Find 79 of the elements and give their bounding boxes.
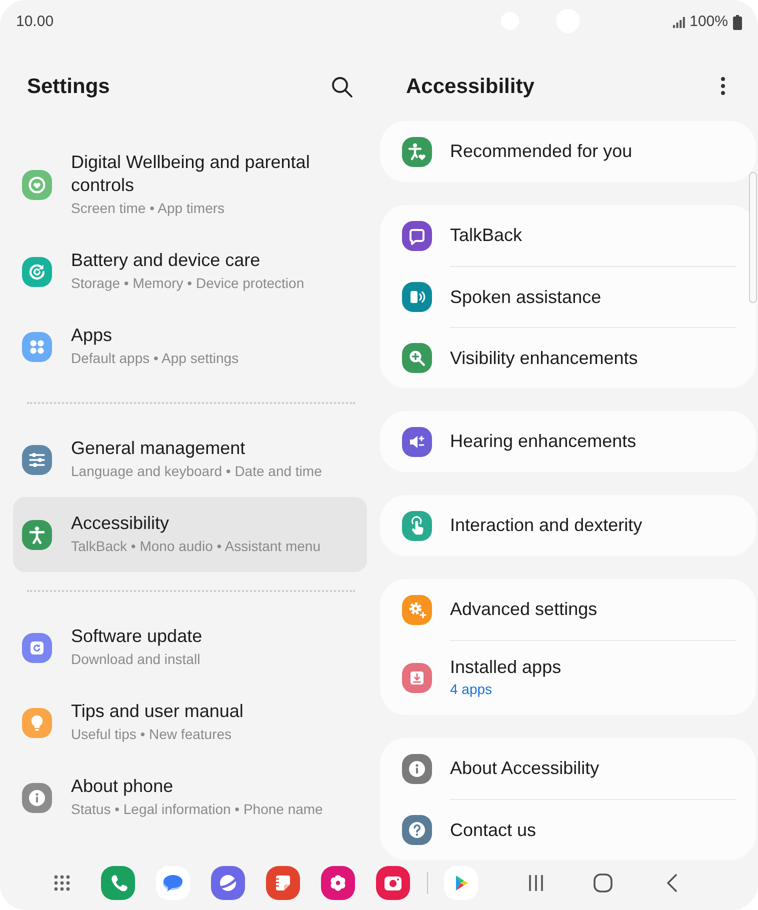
settings-item[interactable]: Software update Download and install (13, 610, 367, 685)
planet-icon[interactable] (211, 866, 245, 900)
settings-item[interactable]: Apps Default apps • App settings (13, 309, 367, 384)
item-subtitle: Default apps • App settings (71, 349, 239, 368)
accessibility-item[interactable]: About Accessibility (380, 738, 746, 799)
info-icon (22, 782, 52, 812)
lightbulb-icon (22, 708, 52, 738)
item-subtitle: Screen time • App timers (71, 199, 225, 218)
accessibility-item[interactable]: Recommended for you (380, 121, 746, 182)
item-title: Interaction and dexterity (450, 514, 642, 537)
accessibility-item[interactable]: TalkBack (380, 205, 746, 266)
item-subtitle: Storage • Memory • Device protection (71, 274, 304, 293)
sliders-icon (22, 444, 52, 474)
panel-title: Settings (27, 74, 110, 100)
notepad-icon[interactable] (266, 866, 300, 900)
status-time: 10.00 (16, 13, 54, 31)
refresh-icon (22, 632, 52, 662)
info-icon (402, 754, 432, 784)
heart-ring-icon (22, 170, 52, 200)
item-title: Accessibility (71, 512, 170, 535)
help-icon (402, 814, 432, 844)
item-subtitle: 4 apps (450, 680, 492, 699)
item-subtitle: Useful tips • New features (71, 725, 232, 744)
item-title: Tips and user manual (71, 700, 244, 723)
item-title: Contact us (450, 818, 536, 842)
settings-item[interactable]: About phone Status • Legal information • Phone name (13, 760, 367, 835)
dots-grid-icon[interactable] (53, 874, 71, 892)
battery-percent: 100% (690, 13, 728, 31)
settings-item[interactable]: Digital Wellbeing and parental controls Screen time • App timers (13, 136, 367, 234)
hand-tap-icon (402, 510, 432, 540)
item-title: Digital Wellbeing and parental controls (71, 151, 311, 197)
accessibility-item[interactable]: Contact us (380, 799, 746, 860)
item-title: Battery and device care (71, 249, 260, 272)
item-subtitle: TalkBack • Mono audio • Assistant menu (71, 537, 320, 556)
four-dots-icon (22, 332, 52, 362)
settings-item[interactable]: Accessibility TalkBack • Mono audio • Assistant menu (13, 497, 367, 572)
item-title: Hearing enhancements (450, 430, 636, 453)
item-title: Spoken assistance (450, 286, 602, 308)
item-title: About Accessibility (450, 757, 600, 780)
accessibility-item[interactable]: Visibility enhancements (380, 327, 746, 388)
item-subtitle: Language and keyboard • Date and time (71, 462, 322, 481)
gear-plus-icon (402, 594, 432, 624)
accessibility-item[interactable]: Spoken assistance (380, 266, 746, 327)
item-title: TalkBack (450, 224, 522, 247)
settings-item[interactable]: Tips and user manual Useful tips • New features (13, 685, 367, 760)
message-bubble-icon[interactable] (156, 866, 190, 900)
item-title: Apps (71, 324, 112, 347)
item-subtitle: Download and install (71, 650, 200, 669)
recent-apps-icon[interactable] (528, 874, 544, 892)
item-title: General management (71, 437, 246, 460)
speech-bubble-icon (402, 220, 432, 250)
more-options-icon[interactable] (720, 76, 726, 96)
zoom-in-icon (402, 342, 432, 372)
phone-sound-icon (402, 282, 432, 312)
accessibility-item[interactable]: Interaction and dexterity (380, 495, 746, 556)
accessibility-item[interactable]: Hearing enhancements (380, 411, 746, 472)
flower-icon[interactable] (321, 866, 355, 900)
item-title: Software update (71, 625, 202, 648)
item-title: Recommended for you (450, 140, 632, 163)
item-title: Installed apps (450, 656, 562, 679)
panel-title: Accessibility (406, 74, 534, 100)
volume-icon (402, 426, 432, 456)
item-title: Advanced settings (450, 598, 598, 621)
home-icon[interactable] (593, 873, 613, 893)
person-icon (22, 520, 52, 550)
settings-item[interactable]: General management Language and keyboard • Date and time (13, 422, 367, 497)
settings-item[interactable]: Battery and device care Storage • Memory • Device protection (13, 234, 367, 309)
accessibility-item[interactable]: Advanced settings (380, 579, 746, 640)
item-title: About phone (71, 775, 174, 798)
signal-icon (672, 16, 685, 28)
download-icon (402, 662, 432, 692)
camera-icon[interactable] (376, 866, 410, 900)
accessibility-item[interactable]: Installed apps 4 apps (380, 640, 746, 715)
item-title: Visibility enhancements (450, 346, 638, 370)
search-icon[interactable] (331, 76, 353, 98)
phone-icon[interactable] (101, 866, 135, 900)
battery-icon (733, 14, 742, 30)
item-subtitle: Status • Legal information • Phone name (71, 800, 323, 819)
back-icon[interactable] (666, 873, 678, 893)
